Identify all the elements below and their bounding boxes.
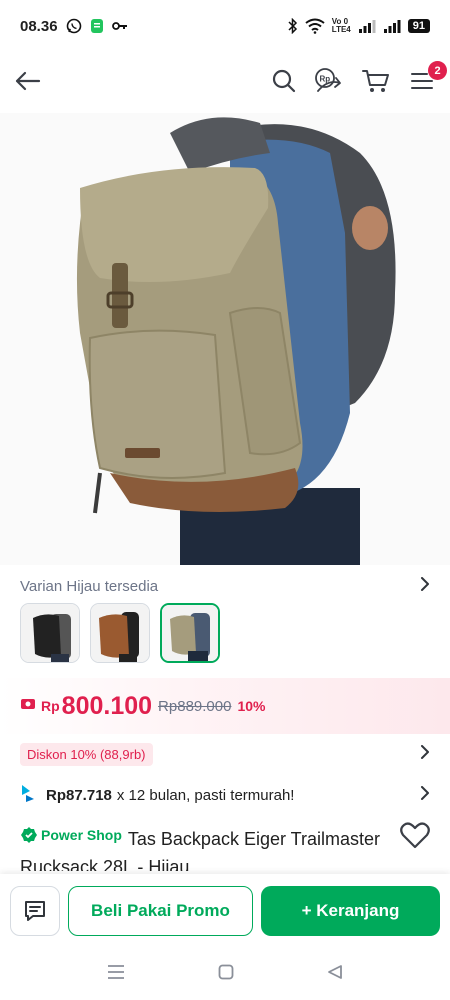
variant-thumbnail-black[interactable] bbox=[20, 603, 80, 663]
recents-icon bbox=[107, 964, 124, 979]
back-triangle-icon bbox=[328, 964, 343, 979]
recents-button[interactable] bbox=[107, 964, 125, 985]
price-section: Rp 800.100 Rp889.000 10% bbox=[0, 678, 450, 734]
chevron-right-icon bbox=[420, 744, 430, 764]
variant-thumbnail-green-selected[interactable] bbox=[160, 603, 220, 663]
power-shop-icon bbox=[21, 827, 37, 843]
share-button[interactable]: Rp bbox=[314, 65, 346, 97]
signal-icon-2 bbox=[383, 19, 401, 33]
rp-share-icon: Rp bbox=[315, 68, 341, 92]
installment-amount: Rp87.718 bbox=[46, 786, 112, 804]
flash-sale-icon bbox=[20, 697, 36, 716]
whatsapp-icon bbox=[66, 18, 82, 34]
search-icon bbox=[272, 69, 296, 93]
original-price: Rp889.000 bbox=[158, 697, 232, 715]
installment-row[interactable]: Rp87.718 x 12 bulan, pasti termurah! bbox=[20, 781, 430, 809]
wifi-icon bbox=[305, 18, 325, 34]
installment-logo-icon bbox=[20, 783, 36, 807]
notification-app-icon bbox=[90, 18, 104, 34]
battery-indicator: 91 bbox=[407, 19, 430, 33]
price-value: 800.100 bbox=[61, 691, 153, 720]
key-icon bbox=[111, 20, 128, 32]
variant-selector-row[interactable]: Varian Hijau tersedia bbox=[20, 573, 430, 599]
heart-outline-icon bbox=[400, 822, 430, 849]
discount-percent: 10% bbox=[237, 698, 266, 714]
menu-notification-badge: 2 bbox=[428, 61, 447, 80]
system-navigation-bar bbox=[0, 948, 450, 1000]
price-currency: Rp bbox=[41, 698, 60, 714]
product-image[interactable] bbox=[0, 113, 450, 565]
back-button[interactable] bbox=[12, 65, 44, 97]
variant-thumbnails bbox=[20, 603, 220, 663]
cart-icon bbox=[362, 70, 389, 92]
power-shop-badge: Power Shop bbox=[20, 821, 122, 849]
chevron-right-icon bbox=[420, 577, 430, 595]
variant-thumbnail-brown[interactable] bbox=[90, 603, 150, 663]
variant-label: Varian Hijau tersedia bbox=[20, 577, 159, 595]
home-icon bbox=[218, 964, 234, 979]
home-button[interactable] bbox=[218, 964, 234, 985]
arrow-left-icon bbox=[15, 71, 41, 91]
product-title-area: Power Shop Tas Backpack Eiger Trailmaste… bbox=[20, 821, 390, 871]
buy-with-promo-button[interactable]: Beli Pakai Promo bbox=[68, 886, 253, 936]
volte-indicator: Vo 0 LTE4 bbox=[331, 17, 351, 34]
signal-icon-1 bbox=[358, 19, 376, 33]
top-navigation: Rp 2 bbox=[0, 52, 450, 110]
cart-button[interactable] bbox=[360, 65, 392, 97]
bottom-action-bar: Beli Pakai Promo + Keranjang bbox=[0, 874, 450, 948]
installment-text: x 12 bulan, pasti termurah! bbox=[116, 786, 295, 804]
chat-button[interactable] bbox=[10, 886, 60, 936]
power-shop-label: Power Shop bbox=[41, 827, 122, 843]
search-button[interactable] bbox=[268, 65, 300, 97]
status-bar: 08.36 Vo 0 LTE4 91 bbox=[0, 0, 450, 52]
back-nav-button[interactable] bbox=[327, 964, 343, 985]
add-to-cart-button[interactable]: + Keranjang bbox=[261, 886, 440, 936]
discount-row[interactable]: Diskon 10% (88,9rb) bbox=[20, 740, 430, 768]
chevron-right-icon bbox=[420, 786, 430, 804]
bluetooth-icon bbox=[288, 18, 298, 34]
discount-chip: Diskon 10% (88,9rb) bbox=[20, 742, 153, 766]
wishlist-button[interactable] bbox=[400, 821, 430, 851]
status-time: 08.36 bbox=[20, 17, 58, 35]
chat-icon bbox=[25, 901, 45, 921]
menu-button[interactable]: 2 bbox=[406, 61, 447, 97]
